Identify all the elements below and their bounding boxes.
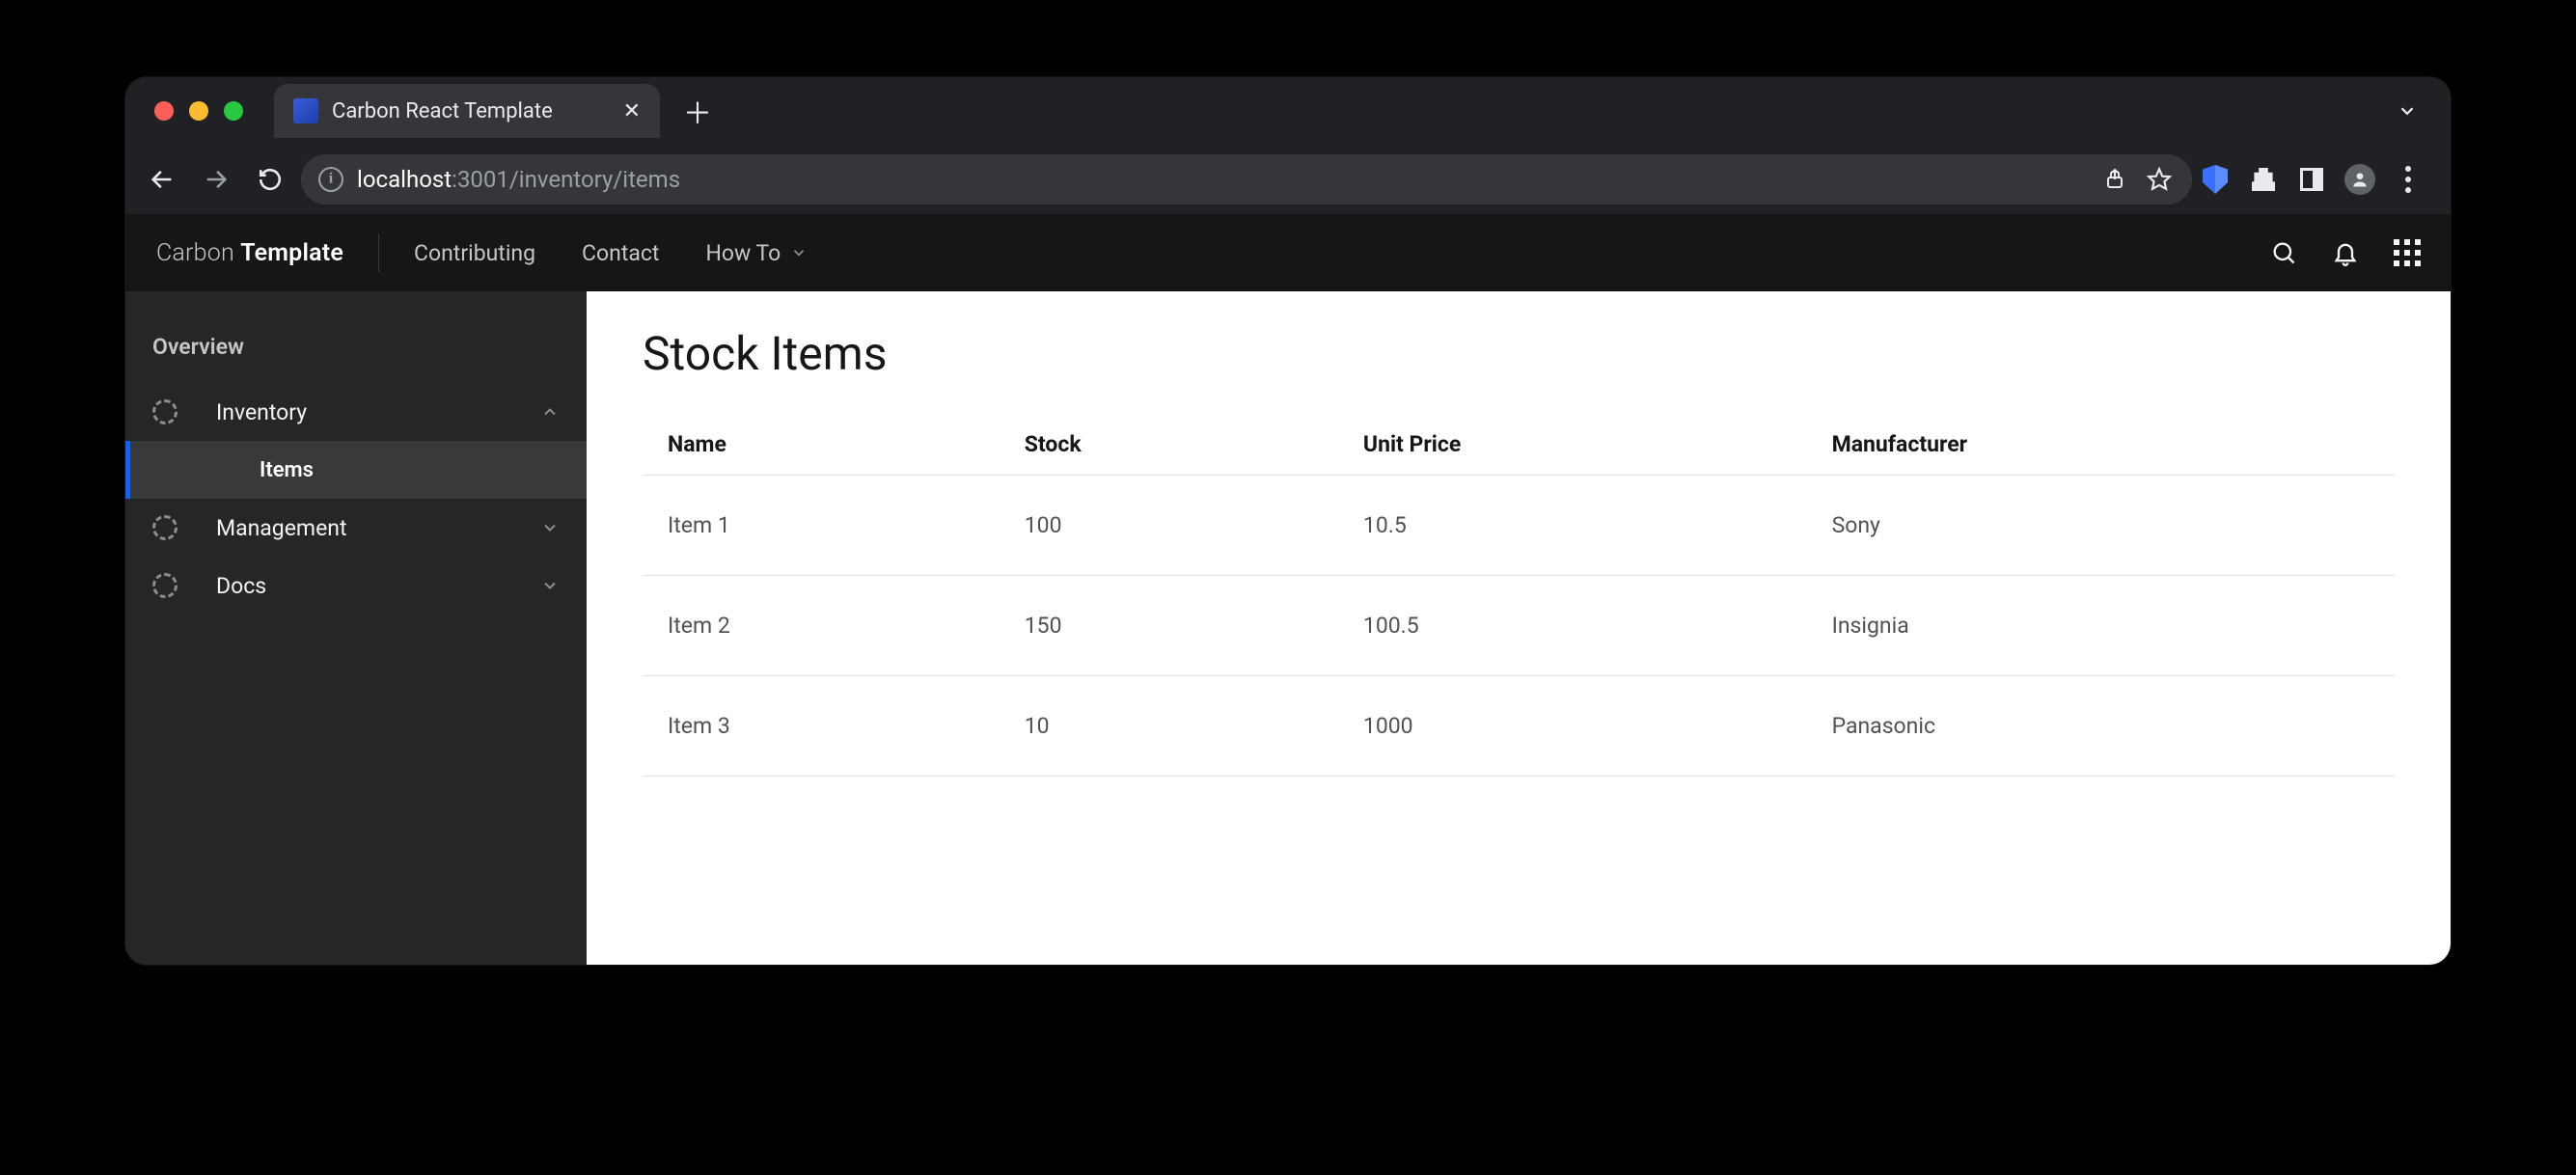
tab-list-button[interactable] xyxy=(2397,100,2418,122)
cell-manufacturer: Sony xyxy=(1807,476,2395,576)
close-window-button[interactable] xyxy=(154,101,174,121)
cell-unit-price: 1000 xyxy=(1338,676,1807,777)
app-body: Overview Inventory Items Management xyxy=(125,291,2451,965)
table-row[interactable]: Item 3 10 1000 Panasonic xyxy=(643,676,2395,777)
table-row[interactable]: Item 1 100 10.5 Sony xyxy=(643,476,2395,576)
tab-title: Carbon React Template xyxy=(332,99,610,123)
window-controls xyxy=(135,101,266,121)
reload-button[interactable] xyxy=(247,156,293,203)
app-switcher-icon[interactable] xyxy=(2393,238,2422,267)
chevron-down-icon xyxy=(540,518,560,537)
share-icon[interactable] xyxy=(2099,164,2130,195)
stock-table: Name Stock Unit Price Manufacturer Item … xyxy=(643,414,2395,777)
page-title: Stock Items xyxy=(643,326,2395,381)
nav-contributing[interactable]: Contributing xyxy=(414,240,535,266)
header-actions xyxy=(2269,238,2451,267)
cell-manufacturer: Panasonic xyxy=(1807,676,2395,777)
loading-icon xyxy=(152,515,178,540)
bookmark-icon[interactable] xyxy=(2144,164,2175,195)
back-button[interactable] xyxy=(139,156,185,203)
brand-prefix: Carbon xyxy=(156,239,240,267)
url-host: localhost xyxy=(357,166,452,193)
chevron-down-icon xyxy=(540,576,560,595)
divider xyxy=(378,233,379,272)
side-panel-icon[interactable] xyxy=(2296,164,2327,195)
cell-stock: 150 xyxy=(1000,576,1338,676)
cell-name: Item 2 xyxy=(643,576,1000,676)
close-tab-button[interactable]: ✕ xyxy=(623,99,641,123)
chevron-down-icon xyxy=(790,244,808,261)
cell-stock: 100 xyxy=(1000,476,1338,576)
main-content: Stock Items Name Stock Unit Price Manufa… xyxy=(587,291,2451,965)
col-name[interactable]: Name xyxy=(643,414,1000,476)
table-header-row: Name Stock Unit Price Manufacturer xyxy=(643,414,2395,476)
app-root: Carbon Template Contributing Contact How… xyxy=(125,214,2451,965)
sidebar-item-inventory[interactable]: Inventory xyxy=(125,383,587,441)
browser-chrome: Carbon React Template ✕ ＋ localhost xyxy=(125,77,2451,214)
browser-window: Carbon React Template ✕ ＋ localhost xyxy=(125,77,2451,965)
sidebar-item-label: Management xyxy=(199,515,519,541)
url-path: :3001/inventory/items xyxy=(452,166,680,193)
browser-menu-button[interactable] xyxy=(2393,164,2424,195)
col-unit-price[interactable]: Unit Price xyxy=(1338,414,1807,476)
table-row[interactable]: Item 2 150 100.5 Insignia xyxy=(643,576,2395,676)
new-tab-button[interactable]: ＋ xyxy=(683,90,712,132)
url-text: localhost:3001/inventory/items xyxy=(357,166,680,193)
loading-icon xyxy=(152,399,178,424)
toolbar-icons xyxy=(2200,164,2437,195)
sidebar: Overview Inventory Items Management xyxy=(125,291,587,965)
sidebar-item-management[interactable]: Management xyxy=(125,499,587,557)
browser-toolbar: localhost:3001/inventory/items xyxy=(125,145,2451,214)
search-icon[interactable] xyxy=(2269,238,2298,267)
chevron-up-icon xyxy=(540,402,560,422)
col-manufacturer[interactable]: Manufacturer xyxy=(1807,414,2395,476)
cell-name: Item 1 xyxy=(643,476,1000,576)
extensions-icon[interactable] xyxy=(2248,164,2279,195)
sidebar-overview[interactable]: Overview xyxy=(125,314,587,383)
forward-button[interactable] xyxy=(193,156,239,203)
minimize-window-button[interactable] xyxy=(189,101,208,121)
password-manager-icon[interactable] xyxy=(2200,164,2231,195)
nav-contact[interactable]: Contact xyxy=(582,240,659,266)
cell-unit-price: 10.5 xyxy=(1338,476,1807,576)
cell-name: Item 3 xyxy=(643,676,1000,777)
cell-stock: 10 xyxy=(1000,676,1338,777)
site-info-icon[interactable] xyxy=(318,167,343,192)
sidebar-item-label: Inventory xyxy=(199,399,519,425)
header-nav: Contributing Contact How To xyxy=(395,240,808,266)
address-bar[interactable]: localhost:3001/inventory/items xyxy=(301,154,2192,205)
favicon-icon xyxy=(293,98,318,123)
notifications-icon[interactable] xyxy=(2331,238,2360,267)
brand[interactable]: Carbon Template xyxy=(125,239,374,267)
sidebar-item-docs[interactable]: Docs xyxy=(125,557,587,615)
loading-icon xyxy=(152,573,178,598)
brand-name: Template xyxy=(240,239,343,267)
cell-unit-price: 100.5 xyxy=(1338,576,1807,676)
nav-howto[interactable]: How To xyxy=(705,240,808,266)
maximize-window-button[interactable] xyxy=(224,101,243,121)
col-stock[interactable]: Stock xyxy=(1000,414,1338,476)
tab-strip: Carbon React Template ✕ ＋ xyxy=(125,77,2451,145)
browser-tab[interactable]: Carbon React Template ✕ xyxy=(274,84,660,138)
app-header: Carbon Template Contributing Contact How… xyxy=(125,214,2451,291)
sidebar-item-label: Docs xyxy=(199,573,519,599)
profile-avatar[interactable] xyxy=(2344,164,2375,195)
cell-manufacturer: Insignia xyxy=(1807,576,2395,676)
nav-howto-label: How To xyxy=(705,240,781,266)
sidebar-subitem-items[interactable]: Items xyxy=(125,441,587,499)
